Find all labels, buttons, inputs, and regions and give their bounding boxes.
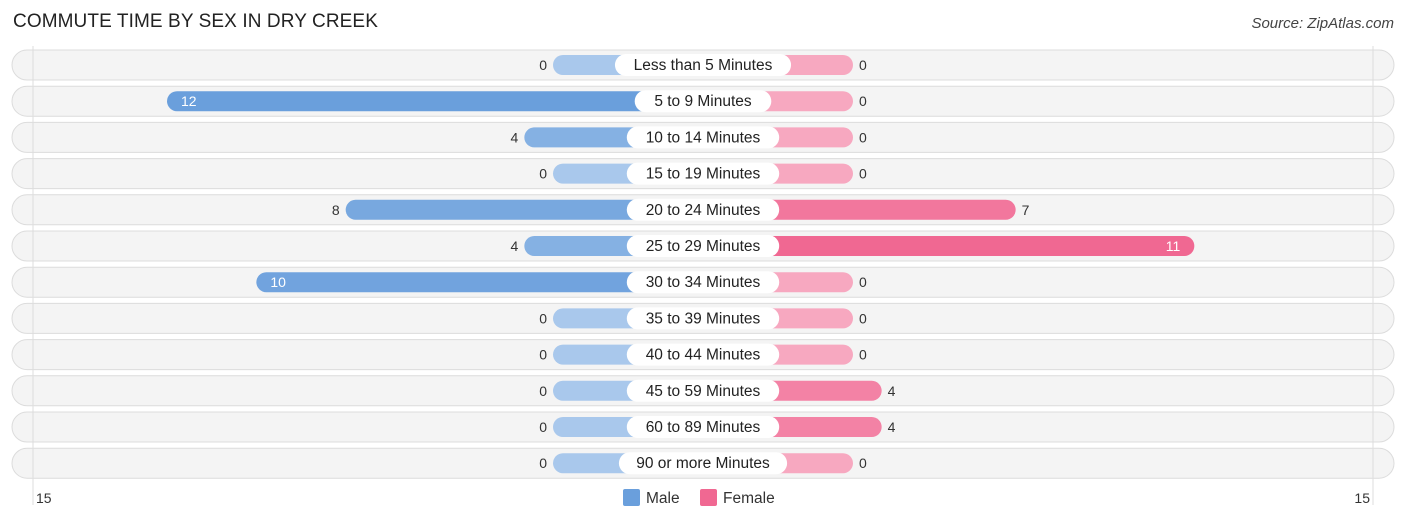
row-3: 0 0 15 to 19 Minutes bbox=[11, 158, 1395, 190]
category-label: 35 to 39 Minutes bbox=[646, 310, 761, 327]
value-label-male: 0 bbox=[539, 57, 547, 73]
row-0: 0 0 Less than 5 Minutes bbox=[11, 49, 1395, 81]
legend-label-male: Male bbox=[646, 490, 680, 507]
legend-swatch-female bbox=[700, 489, 717, 506]
value-label-male: 0 bbox=[539, 419, 547, 435]
value-label-female: 0 bbox=[859, 166, 867, 182]
category-label: 15 to 19 Minutes bbox=[646, 166, 761, 183]
value-label-female: 4 bbox=[888, 383, 896, 399]
category-label: 20 to 24 Minutes bbox=[646, 202, 761, 219]
value-label-male: 0 bbox=[539, 383, 547, 399]
value-label-female: 0 bbox=[859, 57, 867, 73]
row-11: 0 0 90 or more Minutes bbox=[11, 447, 1395, 479]
value-label-male: 4 bbox=[511, 129, 519, 145]
legend-label-female: Female bbox=[723, 490, 775, 507]
row-1: 12 0 5 to 9 Minutes bbox=[11, 85, 1395, 117]
row-5: 4 11 25 to 29 Minutes bbox=[11, 230, 1395, 262]
category-label: 25 to 29 Minutes bbox=[646, 238, 761, 255]
category-label: 60 to 89 Minutes bbox=[646, 419, 761, 436]
row-6: 10 0 30 to 34 Minutes bbox=[11, 266, 1395, 298]
axis-label-right: 15 bbox=[1354, 490, 1370, 506]
row-9: 0 4 45 to 59 Minutes bbox=[11, 375, 1395, 407]
bar-male bbox=[167, 91, 703, 112]
category-label: 40 to 44 Minutes bbox=[646, 347, 761, 364]
value-label-male: 0 bbox=[539, 455, 547, 471]
value-label-female: 0 bbox=[859, 455, 867, 471]
value-label-female: 0 bbox=[859, 310, 867, 326]
row-2: 4 0 10 to 14 Minutes bbox=[11, 121, 1395, 153]
category-label: 10 to 14 Minutes bbox=[646, 129, 761, 146]
value-label-female: 4 bbox=[888, 419, 896, 435]
value-label-female: 7 bbox=[1022, 202, 1030, 218]
row-8: 0 0 40 to 44 Minutes bbox=[11, 339, 1395, 371]
value-label-male: 10 bbox=[270, 274, 286, 290]
value-label-male: 0 bbox=[539, 166, 547, 182]
value-label-female: 11 bbox=[1166, 238, 1181, 254]
axis-label-left: 15 bbox=[36, 490, 52, 506]
category-label: Less than 5 Minutes bbox=[634, 57, 773, 74]
value-label-female: 0 bbox=[859, 129, 867, 145]
value-label-female: 0 bbox=[859, 93, 867, 109]
value-label-male: 8 bbox=[332, 202, 340, 218]
value-label-female: 0 bbox=[859, 347, 867, 363]
category-label: 5 to 9 Minutes bbox=[654, 93, 752, 110]
category-label: 45 to 59 Minutes bbox=[646, 383, 761, 400]
value-label-male: 4 bbox=[511, 238, 519, 254]
category-label: 30 to 34 Minutes bbox=[646, 274, 761, 291]
legend-swatch-male bbox=[623, 489, 640, 506]
category-label: 90 or more Minutes bbox=[636, 455, 770, 472]
commute-chart: 0 0Less than 5 Minutes12 05 to 9 Minutes4 0… bbox=[11, 46, 1395, 507]
row-4: 8 7 20 to 24 Minutes bbox=[11, 194, 1395, 226]
row-7: 0 0 35 to 39 Minutes bbox=[11, 302, 1395, 334]
legend: Male Female bbox=[623, 489, 775, 507]
row-10: 0 4 60 to 89 Minutes bbox=[11, 411, 1395, 443]
value-label-male: 12 bbox=[181, 93, 197, 109]
value-label-male: 0 bbox=[539, 310, 547, 326]
value-label-male: 0 bbox=[539, 347, 547, 363]
value-label-female: 0 bbox=[859, 274, 867, 290]
